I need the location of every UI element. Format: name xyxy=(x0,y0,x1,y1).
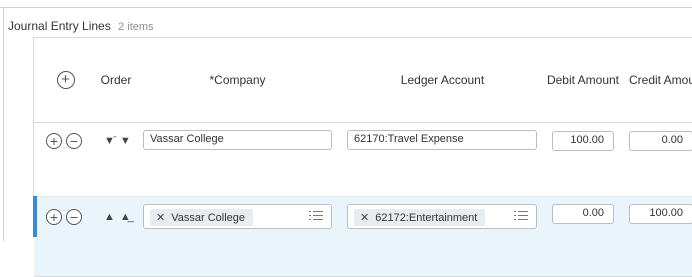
debit-amount-input[interactable]: 0.00 xyxy=(552,204,614,224)
clear-icon[interactable]: ✕ xyxy=(360,211,369,224)
move-down-icon[interactable]: ▼ xyxy=(120,135,131,147)
ledger-account-prompt[interactable]: ✕ 62172:Entertainment xyxy=(347,204,537,229)
move-up-icon[interactable]: ▲ xyxy=(104,211,115,223)
credit-amount-input[interactable]: 100.00 xyxy=(629,204,692,224)
move-top-icon[interactable]: ▲̲ xyxy=(120,211,131,223)
remove-icon[interactable]: − xyxy=(66,209,82,225)
journal-lines-grid: + Order *Company Ledger Account Debit Am… xyxy=(33,37,692,277)
header-order[interactable]: Order xyxy=(97,38,135,122)
add-icon[interactable]: + xyxy=(46,133,62,149)
table-row: + − ▼̄ ▼ Vassar College 62170:Travel Exp… xyxy=(34,123,692,197)
header-ledger-account[interactable]: Ledger Account xyxy=(340,38,545,122)
add-icon[interactable]: + xyxy=(46,209,62,225)
section-title: Journal Entry Lines xyxy=(8,19,111,33)
section-header: Journal Entry Lines 2 items xyxy=(8,19,154,33)
credit-amount-input[interactable]: 0.00 xyxy=(629,131,692,151)
header-credit-amount[interactable]: Credit Amount xyxy=(621,38,692,122)
header-add-cell: + xyxy=(34,38,97,122)
row-action-cell: + − xyxy=(46,123,96,159)
remove-icon[interactable]: − xyxy=(66,133,82,149)
item-count: 2 items xyxy=(118,21,154,33)
header-debit-amount[interactable]: Debit Amount xyxy=(545,38,621,122)
top-bar xyxy=(0,0,692,8)
panel-border xyxy=(3,7,4,241)
ledger-account-field[interactable]: 62170:Travel Expense xyxy=(347,130,537,150)
header-company[interactable]: *Company xyxy=(135,38,340,122)
prompt-list-icon[interactable] xyxy=(309,211,323,223)
move-bottom-icon[interactable]: ▼̄ xyxy=(104,135,115,147)
prompt-list-icon[interactable] xyxy=(514,211,528,223)
table-row-selected: + − ▲ ▲̲ ✕ Vassar College ✕ 62172:Entert… xyxy=(34,197,692,277)
selected-company-pill: ✕ Vassar College xyxy=(150,209,253,226)
debit-amount-input[interactable]: 100.00 xyxy=(552,131,614,151)
company-prompt[interactable]: ✕ Vassar College xyxy=(143,204,332,229)
header-row: + Order *Company Ledger Account Debit Am… xyxy=(34,38,692,123)
order-cell: ▼̄ ▼ xyxy=(104,123,131,159)
company-field[interactable]: Vassar College xyxy=(143,130,332,150)
row-action-cell: + − xyxy=(46,197,96,237)
selected-company: Vassar College xyxy=(171,211,245,224)
selected-ledger-account: 62172:Entertainment xyxy=(375,211,478,224)
clear-icon[interactable]: ✕ xyxy=(156,211,165,224)
selected-row-indicator xyxy=(33,196,37,237)
selected-ledger-pill: ✕ 62172:Entertainment xyxy=(354,209,486,226)
add-row-icon[interactable]: + xyxy=(56,71,75,89)
order-cell: ▲ ▲̲ xyxy=(104,197,131,237)
